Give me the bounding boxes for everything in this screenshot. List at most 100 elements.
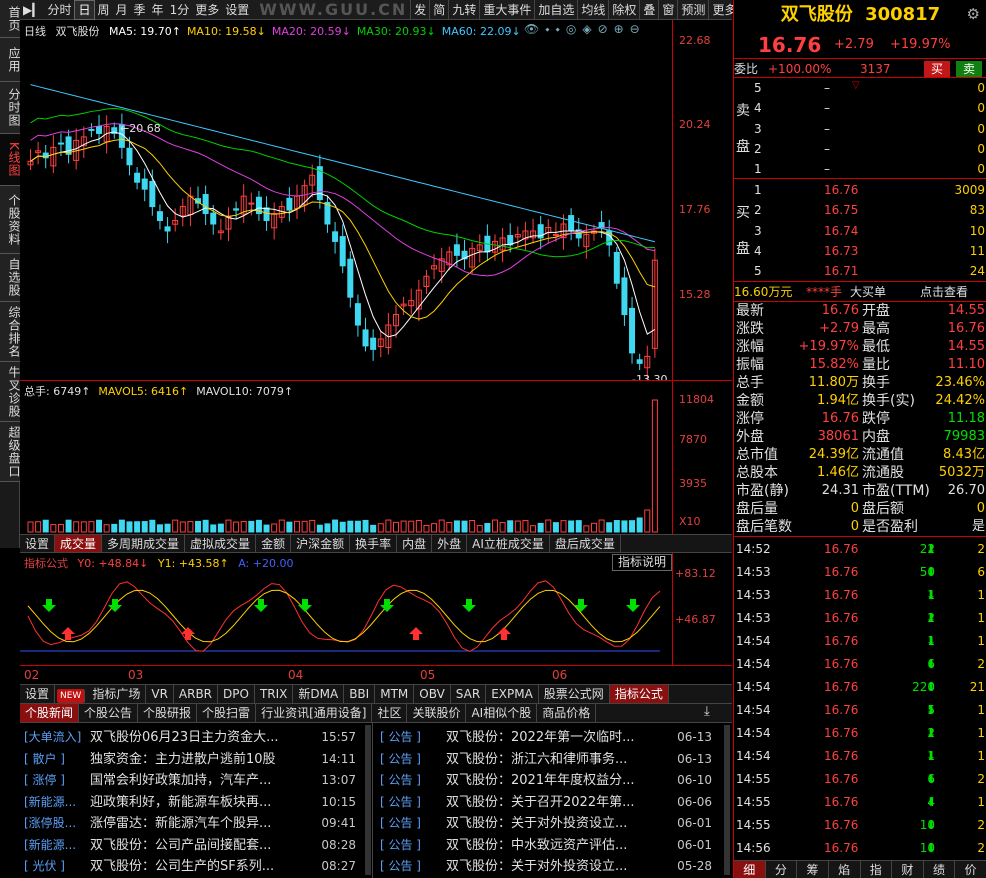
indicator-tab-0[interactable]: 设置 bbox=[20, 685, 56, 703]
bid-row-4[interactable]: 5 16.71 24 bbox=[734, 261, 986, 281]
volume-tab-3[interactable]: 虚拟成交量 bbox=[185, 535, 257, 552]
ask-row-0[interactable]: 5 – 0 bbox=[734, 78, 986, 98]
news-tab-7[interactable]: AI相似个股 bbox=[466, 704, 538, 722]
volume-tab-6[interactable]: 换手率 bbox=[350, 535, 398, 552]
left-news-item-0[interactable]: [大单流入] 双飞股份06月23日主力资金大... 15:57 bbox=[24, 727, 364, 748]
indicator-help-button[interactable]: 指标说明 bbox=[612, 554, 673, 571]
download-icon[interactable]: ⤓ bbox=[704, 704, 710, 719]
news-tab-1[interactable]: 个股公告 bbox=[79, 704, 139, 722]
news-tab-5[interactable]: 社区 bbox=[372, 704, 408, 722]
toolbar-item-3[interactable]: 重大事件 bbox=[479, 0, 534, 20]
indicator-tab-8[interactable]: BBI bbox=[344, 685, 376, 703]
gear-icon[interactable]: ⚙ bbox=[967, 5, 980, 23]
right-news-item-5[interactable]: [ 公告 ] 双飞股份：中水致远资产评估... 06-01 bbox=[380, 835, 720, 856]
news-tab-8[interactable]: 商品价格 bbox=[537, 704, 597, 722]
news-tab-0[interactable]: 个股新闻 bbox=[20, 704, 80, 722]
right-news-item-6[interactable]: [ 公告 ] 双飞股份：关于对外投资设立... 05-28 bbox=[380, 856, 720, 877]
news-tab-2[interactable]: 个股研报 bbox=[138, 704, 198, 722]
news-scrollbar[interactable] bbox=[365, 725, 371, 875]
period-tab-5[interactable]: 年 bbox=[149, 0, 167, 20]
big-order-link[interactable]: 点击查看 bbox=[920, 282, 968, 302]
volume-tab-10[interactable]: 盘后成交量 bbox=[549, 535, 621, 552]
left-news-item-3[interactable]: [新能源... 迎政策利好，新能源车板块再... 10:15 bbox=[24, 792, 364, 813]
period-tab-3[interactable]: 月 bbox=[113, 0, 131, 20]
period-tab-6[interactable]: 1分 bbox=[167, 0, 193, 20]
left-tab-6[interactable]: 综合排名 bbox=[0, 302, 21, 362]
right-news-item-3[interactable]: [ 公告 ] 双飞股份：关于召开2022年第... 06-06 bbox=[380, 792, 720, 813]
volume-tab-5[interactable]: 沪深金额 bbox=[291, 535, 351, 552]
indicator-tab-13[interactable]: 股票公式网 bbox=[538, 685, 610, 703]
quote-tab-6[interactable]: 绩 bbox=[923, 861, 956, 878]
sell-button[interactable]: 卖 bbox=[956, 61, 982, 77]
toolbar-item-2[interactable]: 九转 bbox=[448, 0, 479, 20]
indicator-tab-12[interactable]: EXPMA bbox=[486, 685, 539, 703]
bid-row-0[interactable]: 1 16.76 3009 bbox=[734, 180, 986, 200]
period-tab-0[interactable]: 分时 bbox=[44, 0, 74, 20]
ask-row-3[interactable]: 2 – 0 bbox=[734, 139, 986, 159]
ask-row-2[interactable]: 3 – 0 bbox=[734, 119, 986, 139]
bid-row-2[interactable]: 3 16.74 10 bbox=[734, 221, 986, 241]
indicator-tab-2[interactable]: 指标广场 bbox=[87, 685, 147, 703]
left-tab-0[interactable]: 首页 bbox=[0, 0, 21, 38]
left-tab-8[interactable]: 超级盘口 bbox=[0, 422, 21, 482]
left-tab-7[interactable]: 牛叉诊股 bbox=[0, 362, 21, 422]
volume-tab-4[interactable]: 金额 bbox=[256, 535, 292, 552]
play-icon[interactable]: ▶▎ bbox=[20, 0, 44, 20]
volume-chart[interactable] bbox=[20, 397, 668, 533]
news-scrollbar-right[interactable] bbox=[724, 725, 730, 875]
quote-tab-1[interactable]: 分 bbox=[765, 861, 798, 878]
indicator-tab-3[interactable]: VR bbox=[146, 685, 174, 703]
volume-tab-0[interactable]: 设置 bbox=[20, 535, 56, 552]
indicator-tab-4[interactable]: ARBR bbox=[173, 685, 219, 703]
left-news-item-4[interactable]: [涨停股... 涨停雷达：新能源汽车个股异... 09:41 bbox=[24, 813, 364, 834]
period-tab-1[interactable]: 日 bbox=[74, 0, 95, 20]
right-news-item-0[interactable]: [ 公告 ] 双飞股份：2022年第一次临时... 06-13 bbox=[380, 727, 720, 748]
ask-row-1[interactable]: 4 – 0 bbox=[734, 98, 986, 118]
left-news-item-1[interactable]: [ 散户 ] 独家资金：主力进散户逃前10股 14:11 bbox=[24, 749, 364, 770]
toolbar-item-6[interactable]: 除权 bbox=[608, 0, 639, 20]
bid-row-3[interactable]: 4 16.73 11 bbox=[734, 241, 986, 261]
indicator-tab-14[interactable]: 指标公式 bbox=[609, 685, 669, 703]
toolbar-item-8[interactable]: 窗 bbox=[658, 0, 677, 20]
left-tab-2[interactable]: 分时图 bbox=[0, 82, 21, 134]
right-news-item-2[interactable]: [ 公告 ] 双飞股份：2021年年度权益分... 06-10 bbox=[380, 770, 720, 791]
quote-tab-4[interactable]: 指 bbox=[860, 861, 893, 878]
news-tab-6[interactable]: 关联股价 bbox=[407, 704, 467, 722]
toolbar-item-1[interactable]: 简 bbox=[429, 0, 448, 20]
toolbar-item-4[interactable]: 加自选 bbox=[534, 0, 577, 20]
kline-chart[interactable]: ←20.68-13.30财Q榜 bbox=[20, 40, 668, 380]
ask-row-4[interactable]: 1 – 0 bbox=[734, 159, 986, 179]
period-tab-8[interactable]: 设置 bbox=[222, 0, 252, 20]
right-news-item-1[interactable]: [ 公告 ] 双飞股份：浙江六和律师事务... 06-13 bbox=[380, 749, 720, 770]
indicator-tab-9[interactable]: MTM bbox=[375, 685, 415, 703]
news-tab-4[interactable]: 行业资讯[通用设备] bbox=[256, 704, 373, 722]
quote-tab-3[interactable]: 焰 bbox=[828, 861, 861, 878]
toolbar-item-0[interactable]: 发 bbox=[410, 0, 429, 20]
left-tab-5[interactable]: 自选股 bbox=[0, 254, 21, 302]
buy-button[interactable]: 买 bbox=[924, 61, 950, 77]
period-tab-2[interactable]: 周 bbox=[95, 0, 113, 20]
volume-tab-2[interactable]: 多周期成交量 bbox=[102, 535, 186, 552]
period-tab-4[interactable]: 季 bbox=[131, 0, 149, 20]
quote-tab-5[interactable]: 财 bbox=[892, 861, 924, 878]
chart-tools[interactable]: 👁⬩⬩◎◈⊘⊕⊖ bbox=[524, 22, 646, 37]
left-news-item-6[interactable]: [ 光伏 ] 双飞股份：公司生产的SF系列... 08:27 bbox=[24, 856, 364, 877]
left-tab-4[interactable]: 个股资料 bbox=[0, 186, 21, 254]
volume-tab-7[interactable]: 内盘 bbox=[397, 535, 433, 552]
indicator-tab-5[interactable]: DPO bbox=[218, 685, 255, 703]
volume-tab-1[interactable]: 成交量 bbox=[55, 535, 103, 552]
volume-tab-8[interactable]: 外盘 bbox=[432, 535, 468, 552]
indicator-tab-1[interactable]: NEW bbox=[57, 689, 86, 703]
indicator-chart[interactable] bbox=[20, 571, 668, 666]
volume-tab-9[interactable]: AI立桩成交量 bbox=[467, 535, 550, 552]
indicator-tab-7[interactable]: 新DMA bbox=[293, 685, 345, 703]
left-tab-3[interactable]: K线图 bbox=[0, 134, 21, 186]
left-news-item-5[interactable]: [新能源... 双飞股份：公司产品间接配套... 08:28 bbox=[24, 835, 364, 856]
quote-tab-7[interactable]: 价 bbox=[955, 861, 986, 878]
left-tab-1[interactable]: 应用 bbox=[0, 38, 21, 82]
toolbar-item-7[interactable]: 叠 bbox=[639, 0, 658, 20]
indicator-tab-6[interactable]: TRIX bbox=[254, 685, 294, 703]
right-news-item-4[interactable]: [ 公告 ] 双飞股份：关于对外投资设立... 06-01 bbox=[380, 813, 720, 834]
toolbar-item-5[interactable]: 均线 bbox=[577, 0, 608, 20]
quote-tab-2[interactable]: 筹 bbox=[797, 861, 829, 878]
